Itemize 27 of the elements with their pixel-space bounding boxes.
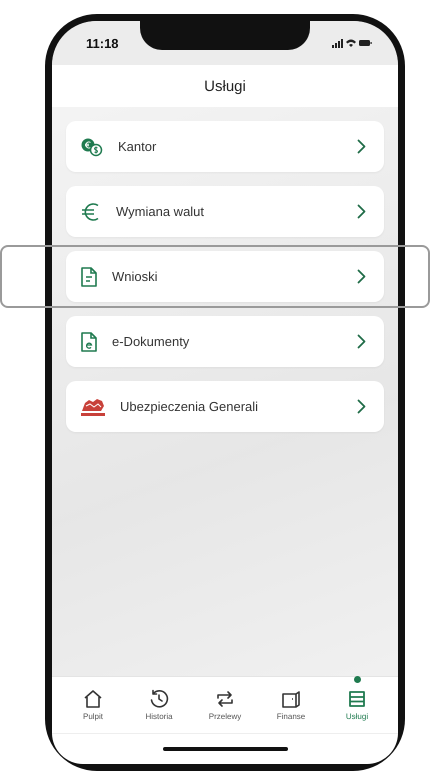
chevron-right-icon: [357, 204, 366, 219]
document-icon: [80, 266, 98, 286]
tab-item[interactable]: Pulpit: [65, 689, 121, 721]
screen-title: Usługi: [204, 78, 246, 94]
service-item[interactable]: e-Dokumenty: [66, 316, 384, 367]
service-item[interactable]: Wymiana walut: [66, 186, 384, 237]
status-icons: [332, 38, 372, 48]
active-dot: [354, 676, 360, 683]
tab-item[interactable]: Przelewy: [197, 689, 253, 721]
coins-icon: [80, 136, 104, 156]
tab-item[interactable]: Historia: [131, 689, 187, 721]
e-document-icon: [80, 332, 98, 352]
service-item[interactable]: Kantor: [66, 121, 384, 172]
service-item[interactable]: Wnioski: [66, 251, 384, 302]
chevron-right-icon: [357, 269, 366, 284]
tab-item[interactable]: Usługi: [329, 689, 385, 721]
chevron-right-icon: [357, 139, 366, 154]
service-item[interactable]: Ubezpieczenia Generali: [66, 381, 384, 432]
chevron-right-icon: [357, 334, 366, 349]
status-time: 11:18: [86, 36, 119, 50]
chevron-right-icon: [357, 399, 366, 414]
home-icon: [83, 689, 103, 709]
history-clock-icon: [149, 689, 169, 709]
swap-arrows-icon: [215, 689, 235, 709]
database-icon: [347, 689, 367, 709]
tab-item[interactable]: Finanse: [263, 689, 319, 721]
wallet-icon: [281, 689, 301, 709]
